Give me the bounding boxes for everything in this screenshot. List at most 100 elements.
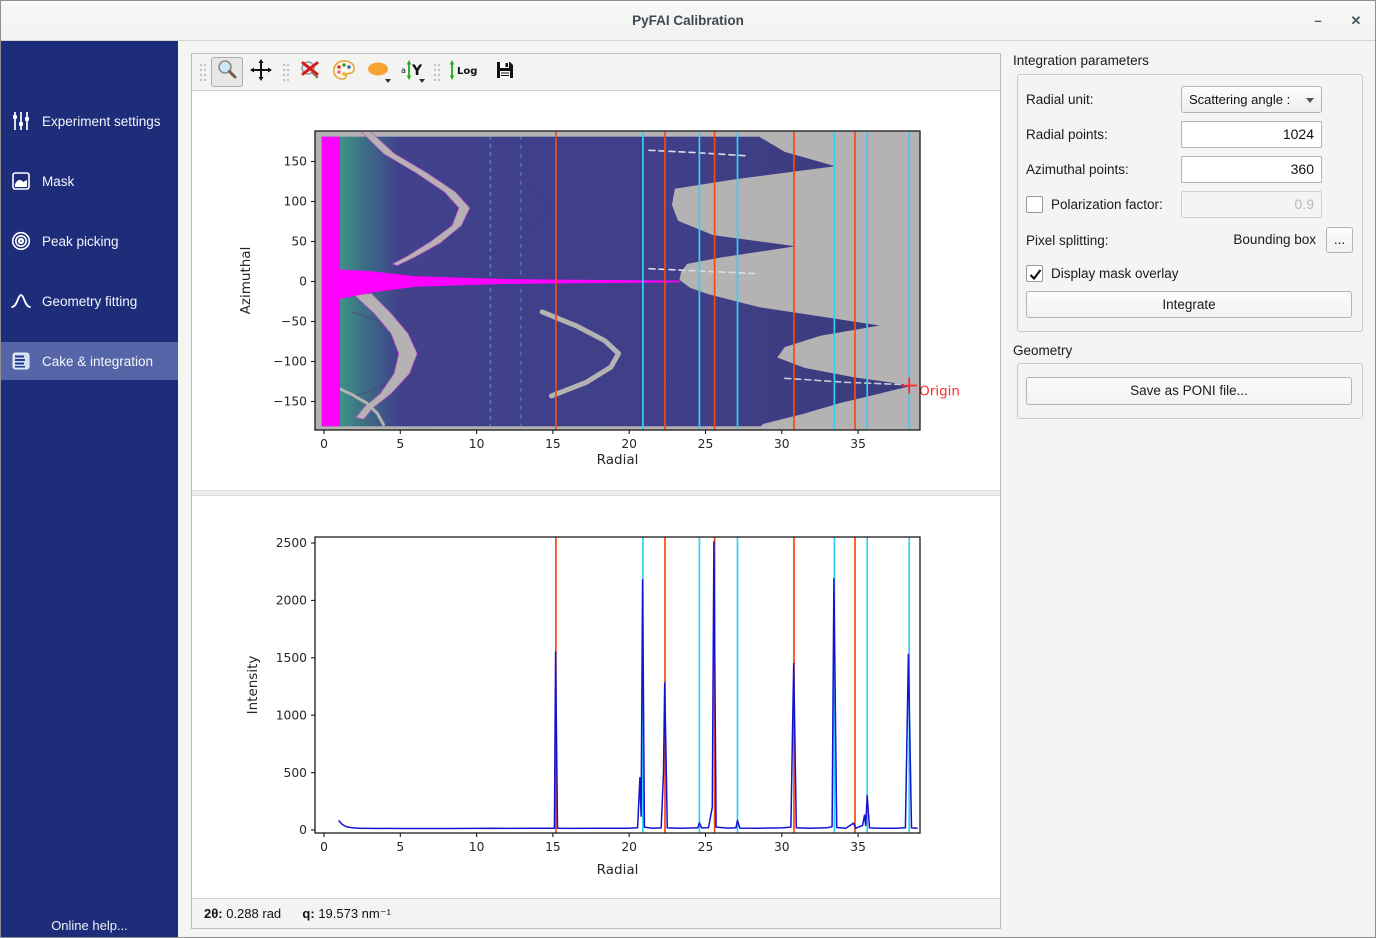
display-mask-checkbox[interactable]: [1026, 265, 1043, 282]
svg-text:30: 30: [774, 437, 790, 451]
polarization-checkbox[interactable]: [1026, 196, 1043, 213]
integration-plot-canvas[interactable]: 0510152025303505001000150020002500Radial…: [192, 497, 1000, 898]
y-autoscale-button[interactable]: aY: [396, 57, 428, 87]
toolbar-grip[interactable]: [432, 61, 441, 83]
tth-value: 0.288 rad: [226, 906, 281, 921]
radial-unit-select[interactable]: Scattering angle :: [1181, 86, 1322, 113]
integrate-button[interactable]: Integrate: [1026, 291, 1352, 318]
colormap-button[interactable]: [328, 57, 360, 87]
toolbar-grip[interactable]: [281, 61, 290, 83]
svg-text:−100: −100: [273, 355, 307, 369]
save-button[interactable]: [489, 57, 521, 87]
svg-text:5: 5: [396, 437, 404, 451]
radial-points-label: Radial points:: [1026, 121, 1108, 148]
plot-toolbar: aY Log: [192, 54, 1000, 91]
svg-text:Intensity: Intensity: [245, 656, 261, 715]
cake-2d-chart[interactable]: Origin05101520253035−150−100−50050100150…: [192, 92, 1000, 495]
svg-text:Log: Log: [457, 66, 477, 77]
sidebar-item-experiment-settings[interactable]: Experiment settings: [1, 102, 178, 140]
integration-parameters-group: Radial unit: Scattering angle : Radial p…: [1017, 74, 1363, 332]
q-label: q:: [302, 906, 314, 921]
sidebar-item-cake-integration[interactable]: Cake & integration: [1, 342, 178, 380]
minimize-button[interactable]: –: [1303, 1, 1333, 41]
toolbar-grip[interactable]: [198, 61, 207, 83]
geometry-title: Geometry: [1013, 343, 1072, 358]
window-title: PyFAI Calibration: [1, 1, 1375, 41]
svg-text:0: 0: [299, 275, 307, 289]
pan-icon: [249, 58, 273, 87]
q-value: 19.573 nm⁻¹: [318, 906, 391, 921]
azimuthal-points-input[interactable]: 360: [1181, 156, 1322, 183]
pixel-splitting-value: Bounding box: [1233, 227, 1316, 253]
sidebar-item-label: Experiment settings: [42, 114, 161, 129]
svg-text:−50: −50: [281, 315, 307, 329]
online-help-link[interactable]: Online help...: [1, 918, 178, 933]
svg-text:5: 5: [396, 840, 404, 854]
peak-curve-icon: [10, 290, 32, 312]
svg-text:Azimuthal: Azimuthal: [238, 247, 254, 315]
svg-text:a: a: [401, 66, 406, 75]
zoom-reset-button[interactable]: [294, 57, 326, 87]
check-icon: [1028, 267, 1043, 282]
svg-text:20: 20: [621, 437, 637, 451]
close-button[interactable]: ✕: [1341, 1, 1371, 41]
svg-text:150: 150: [284, 155, 307, 169]
geometry-group: Save as PONI file...: [1017, 363, 1363, 419]
azimuthal-points-label: Azimuthal points:: [1026, 156, 1129, 183]
sidebar-item-label: Cake & integration: [42, 354, 153, 369]
plot-statusbar: 2θ: 0.288 rad q: 19.573 nm⁻¹: [192, 898, 1000, 928]
svg-text:0: 0: [299, 823, 307, 837]
plot-splitter[interactable]: [192, 490, 1000, 496]
chevron-down-icon: [385, 79, 391, 83]
svg-text:15: 15: [545, 437, 561, 451]
sidebar-item-label: Mask: [42, 174, 74, 189]
log-scale-button[interactable]: Log: [445, 57, 487, 87]
svg-text:10: 10: [469, 437, 485, 451]
sidebar-item-label: Geometry fitting: [42, 294, 137, 309]
radial-unit-value: Scattering angle :: [1189, 92, 1290, 107]
chevron-down-icon: [1306, 98, 1314, 103]
save-poni-button[interactable]: Save as PONI file...: [1026, 377, 1352, 405]
svg-text:0: 0: [320, 840, 328, 854]
svg-text:50: 50: [291, 235, 307, 249]
pixel-splitting-more-button[interactable]: ...: [1326, 227, 1353, 253]
integration-1d-chart[interactable]: 0510152025303505001000150020002500Radial…: [192, 497, 1000, 903]
pixel-splitting-label: Pixel splitting:: [1026, 227, 1109, 254]
polarization-label: Polarization factor:: [1051, 191, 1163, 218]
chevron-down-icon: [419, 79, 425, 83]
zoom-reset-icon: [298, 58, 322, 87]
radial-unit-label: Radial unit:: [1026, 86, 1094, 113]
zoom-icon: [215, 58, 239, 87]
cake-plot-canvas[interactable]: Origin05101520253035−150−100−50050100150…: [192, 92, 1000, 490]
svg-text:1500: 1500: [276, 651, 307, 665]
svg-text:500: 500: [284, 766, 307, 780]
radial-points-input[interactable]: 1024: [1181, 121, 1322, 148]
mask-display-button[interactable]: [362, 57, 394, 87]
sidebar-item-geometry-fitting[interactable]: Geometry fitting: [1, 282, 178, 320]
pan-tool-button[interactable]: [245, 57, 277, 87]
rings-icon: [10, 230, 32, 252]
sidebar-item-mask[interactable]: Mask: [1, 162, 178, 200]
zoom-tool-button[interactable]: [211, 57, 243, 87]
titlebar: PyFAI Calibration – ✕: [1, 1, 1375, 41]
svg-text:0: 0: [320, 437, 328, 451]
save-floppy-icon: [493, 58, 517, 87]
sidebar-item-peak-picking[interactable]: Peak picking: [1, 222, 178, 260]
svg-text:35: 35: [850, 840, 866, 854]
cake-layers-icon: [10, 350, 32, 372]
svg-text:2000: 2000: [276, 594, 307, 608]
svg-text:15: 15: [545, 840, 561, 854]
integration-parameters-title: Integration parameters: [1013, 53, 1149, 68]
sidebar-item-label: Peak picking: [42, 234, 119, 249]
svg-text:2500: 2500: [276, 536, 307, 550]
polarization-input[interactable]: 0.9: [1181, 191, 1322, 218]
mask-icon: [10, 170, 32, 192]
sliders-icon: [10, 110, 32, 132]
svg-text:10: 10: [469, 840, 485, 854]
svg-text:Radial: Radial: [597, 862, 639, 878]
svg-text:Origin: Origin: [919, 384, 960, 400]
plot-panel: aY Log Origin05101520253035−150−100−5005…: [191, 53, 1001, 929]
svg-text:25: 25: [698, 437, 714, 451]
svg-text:100: 100: [284, 195, 307, 209]
tth-label: 2θ:: [204, 906, 223, 921]
